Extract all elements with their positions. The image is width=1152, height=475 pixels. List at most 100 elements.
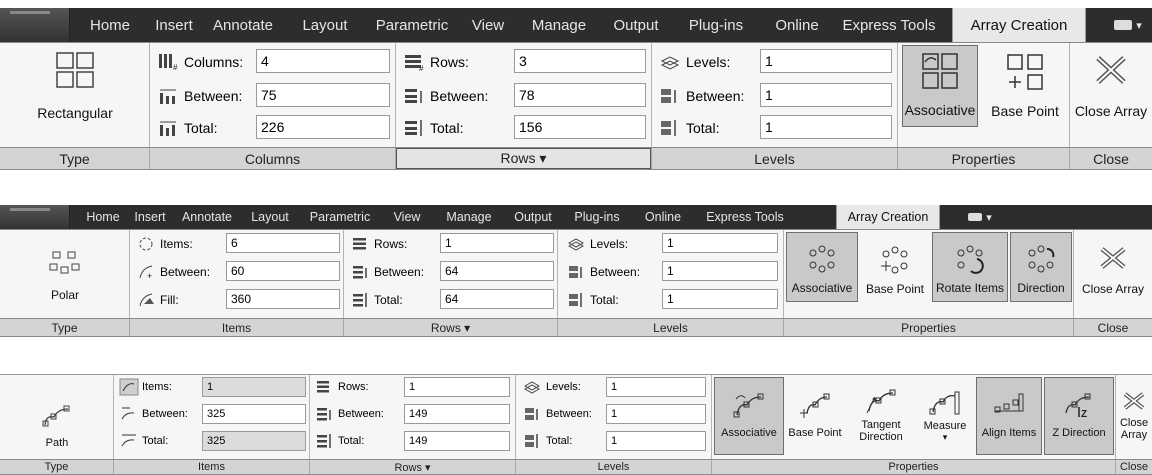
row-total-input[interactable]: 64 — [440, 289, 554, 309]
items-input[interactable]: 1 — [202, 377, 306, 397]
path-button[interactable]: Path — [20, 385, 94, 449]
rows-input[interactable]: 3 — [514, 49, 646, 73]
tab-parametric[interactable]: Parametric — [366, 8, 458, 42]
tab-view[interactable]: View — [382, 205, 432, 229]
ribbon-polar: Home Insert Annotate Layout Parametric V… — [0, 196, 1152, 348]
tab-annotate[interactable]: Annotate — [174, 205, 240, 229]
levels-icon — [523, 381, 541, 394]
close-array-button[interactable]: Close Array — [1116, 377, 1152, 455]
rectangular-button[interactable]: Rectangular — [14, 51, 136, 121]
row-total-label: Total: — [430, 120, 464, 136]
polar-button[interactable]: Polar — [22, 238, 108, 302]
levels-icon — [660, 56, 680, 70]
tab-online[interactable]: Online — [632, 205, 694, 229]
item-spacing-icon — [121, 407, 135, 420]
level-spacing-icon — [525, 408, 538, 420]
panel-toggle-button[interactable]: ▾ — [960, 205, 1000, 229]
lvl-total-label: Total: — [546, 435, 573, 447]
tab-output[interactable]: Output — [504, 205, 562, 229]
associative-button[interactable]: Associative — [714, 377, 784, 455]
levels-input[interactable]: 1 — [662, 233, 778, 253]
lvl-between-input[interactable]: 1 — [662, 261, 778, 281]
align-items-button[interactable]: Align Items — [976, 377, 1042, 455]
base-point-button[interactable]: Base Point — [784, 377, 846, 455]
tab-output[interactable]: Output — [600, 8, 672, 42]
associative-button[interactable]: Associative — [902, 45, 978, 127]
items-input[interactable]: 6 — [226, 233, 340, 253]
tab-home[interactable]: Home — [80, 8, 140, 42]
row-between-row: Between: — [352, 263, 424, 281]
panel-items: Items: 1 Between: 325 Total: 325 — [114, 375, 310, 459]
title-type: Type — [0, 319, 130, 336]
title-items: Items — [130, 319, 344, 336]
panel-columns: # Columns: 4 Between: 75 Total: 226 — [150, 43, 396, 147]
row-total-input[interactable]: 156 — [514, 115, 646, 139]
row-between-input[interactable]: 64 — [440, 261, 554, 281]
rows-row: Rows: — [316, 378, 369, 396]
title-rows-expander[interactable]: Rows ▾ — [344, 319, 558, 336]
levels-input[interactable]: 1 — [606, 377, 706, 397]
rows-input[interactable]: 1 — [404, 377, 510, 397]
panel-titles: Type Columns Rows ▾ Levels Properties Cl… — [0, 148, 1152, 170]
panel-toggle-button[interactable]: ▾ — [1104, 8, 1152, 42]
tab-view[interactable]: View — [456, 8, 520, 42]
lvl-total-input[interactable]: 1 — [662, 289, 778, 309]
row-total-input[interactable]: 149 — [404, 431, 510, 451]
align-items-label: Align Items — [981, 427, 1037, 439]
tab-array-creation[interactable]: Array Creation — [836, 205, 940, 229]
item-between-input[interactable]: 325 — [202, 404, 306, 424]
base-point-icon — [881, 246, 908, 274]
columns-input[interactable]: 4 — [256, 49, 390, 73]
rectangular-label: Rectangular — [37, 105, 113, 121]
tab-home[interactable]: Home — [80, 205, 126, 229]
tab-plug-ins[interactable]: Plug-ins — [564, 205, 630, 229]
title-rows-expander[interactable]: Rows ▾ — [396, 148, 652, 169]
close-array-button[interactable]: Close Array — [1074, 232, 1152, 302]
application-menu-button[interactable] — [0, 8, 70, 42]
levels-input[interactable]: 1 — [760, 49, 892, 73]
level-spacing-icon — [569, 266, 582, 278]
tab-insert[interactable]: Insert — [128, 205, 172, 229]
close-array-button[interactable]: Close Array — [1070, 45, 1152, 127]
associative-button[interactable]: Associative — [786, 232, 858, 302]
tab-parametric[interactable]: Parametric — [300, 205, 380, 229]
item-between-row: + Between: — [138, 263, 210, 281]
tab-express-tools[interactable]: Express Tools — [834, 8, 944, 42]
direction-button[interactable]: Direction — [1010, 232, 1072, 302]
lvl-between-row: Between: — [524, 405, 592, 423]
lvl-between-input[interactable]: 1 — [606, 404, 706, 424]
tab-layout[interactable]: Layout — [290, 8, 360, 42]
tab-annotate[interactable]: Annotate — [200, 8, 286, 42]
rotate-items-button[interactable]: Rotate Items — [932, 232, 1008, 302]
tab-layout[interactable]: Layout — [242, 205, 298, 229]
measure-button[interactable]: Measure ▾ — [916, 377, 974, 455]
title-type: Type — [0, 460, 114, 474]
base-point-button[interactable]: Base Point — [860, 232, 930, 302]
lvl-total-input[interactable]: 1 — [760, 115, 892, 139]
tab-array-creation[interactable]: Array Creation — [952, 8, 1086, 42]
tab-manage[interactable]: Manage — [516, 8, 602, 42]
row-between-label: Between: — [338, 408, 384, 420]
base-point-button[interactable]: Base Point — [982, 45, 1068, 127]
tab-insert[interactable]: Insert — [146, 8, 202, 42]
tab-online[interactable]: Online — [764, 8, 830, 42]
tab-express-tools[interactable]: Express Tools — [696, 205, 794, 229]
item-total-input[interactable]: 325 — [202, 431, 306, 451]
fill-row: Fill: — [138, 291, 179, 309]
row-between-input[interactable]: 78 — [514, 83, 646, 107]
row-between-input[interactable]: 149 — [404, 404, 510, 424]
col-between-input[interactable]: 75 — [256, 83, 390, 107]
close-array-icon — [1096, 56, 1126, 84]
application-menu-button[interactable] — [0, 205, 70, 229]
z-direction-button[interactable]: Z Z Direction — [1044, 377, 1114, 455]
tab-plug-ins[interactable]: Plug-ins — [676, 8, 756, 42]
rows-input[interactable]: 1 — [440, 233, 554, 253]
lvl-total-input[interactable]: 1 — [606, 431, 706, 451]
col-total-input[interactable]: 226 — [256, 115, 390, 139]
tab-manage[interactable]: Manage — [436, 205, 502, 229]
item-between-input[interactable]: 60 — [226, 261, 340, 281]
fill-input[interactable]: 360 — [226, 289, 340, 309]
lvl-between-input[interactable]: 1 — [760, 83, 892, 107]
tangent-direction-button[interactable]: Tangent Direction — [848, 377, 914, 455]
title-rows-expander[interactable]: Rows ▾ — [310, 460, 516, 474]
